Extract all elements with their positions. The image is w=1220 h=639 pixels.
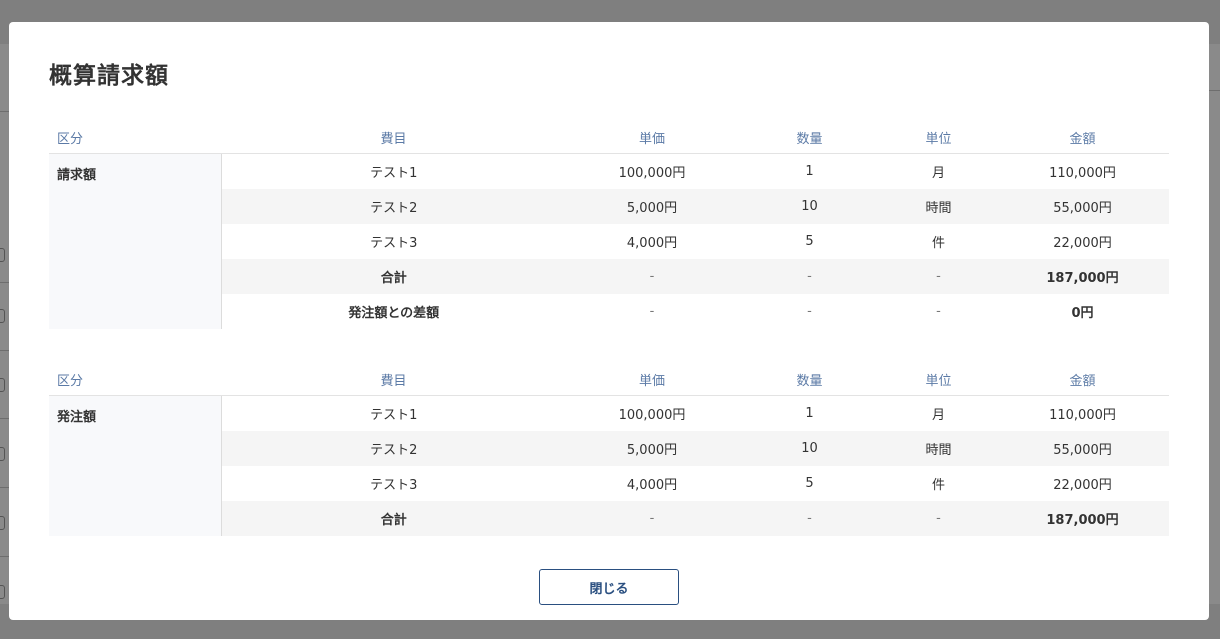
quantity-cell: 1 — [805, 406, 814, 421]
quantity-cell: 10 — [738, 189, 881, 224]
close-button[interactable]: 閉じる — [539, 569, 679, 605]
billing-table: 区分 費目 単価 数量 単位 金額 請求額 テスト1 100,000円 1 月 … — [49, 121, 1169, 329]
background-checkbox-icon — [0, 447, 5, 461]
unit-cell: 時間 — [881, 431, 996, 466]
header-unit: 単位 — [881, 121, 996, 154]
background-divider — [1209, 90, 1220, 91]
unit-cell: 件 — [931, 478, 945, 493]
quantity-cell: 5 — [805, 234, 814, 249]
table-row: 発注額 テスト1 100,000円 1 月 110,000円 — [49, 395, 1169, 536]
background-checkbox-icon — [0, 309, 5, 323]
order-table: 区分 費目 単価 数量 単位 金額 発注額 テスト1 100,000円 1 月 … — [49, 363, 1169, 536]
header-unit: 単位 — [881, 363, 996, 396]
quantity-cell: - — [738, 259, 881, 294]
unit-price-cell: 100,000円 — [618, 166, 686, 181]
total-amount: 187,000円 — [996, 501, 1169, 536]
table-header-row: 区分 費目 単価 数量 単位 金額 — [49, 121, 1169, 154]
header-unit-price: 単価 — [566, 121, 738, 154]
item-cell: テスト2 — [221, 431, 566, 466]
difference-amount: 0円 — [1071, 306, 1094, 321]
unit-cell: - — [936, 304, 941, 319]
amount-cell: 55,000円 — [996, 431, 1169, 466]
header-quantity: 数量 — [738, 363, 881, 396]
category-cell: 発注額 — [49, 395, 222, 536]
unit-cell: - — [881, 259, 996, 294]
unit-price-cell: - — [566, 501, 738, 536]
background-right-edge — [1209, 44, 1220, 604]
quantity-cell: - — [807, 304, 812, 319]
unit-price-cell: 5,000円 — [566, 431, 738, 466]
unit-price-cell: 4,000円 — [626, 236, 678, 251]
unit-price-cell: 5,000円 — [566, 189, 738, 224]
unit-price-cell: - — [649, 304, 655, 319]
item-cell: テスト2 — [221, 189, 566, 224]
table-header-row: 区分 費目 単価 数量 単位 金額 — [49, 363, 1169, 396]
background-checkbox-icon — [0, 378, 5, 392]
header-unit-price: 単価 — [566, 363, 738, 396]
amount-cell: 110,000円 — [1049, 166, 1116, 181]
total-amount: 187,000円 — [996, 259, 1169, 294]
item-cell: テスト3 — [370, 478, 418, 493]
quantity-cell: 1 — [805, 164, 814, 179]
difference-label: 発注額との差額 — [348, 306, 440, 321]
unit-price-cell: 4,000円 — [626, 478, 678, 493]
amount-cell: 22,000円 — [1053, 478, 1112, 493]
background-checkbox-icon — [0, 248, 5, 262]
background-checkbox-icon — [0, 516, 5, 530]
unit-cell: 件 — [931, 236, 945, 251]
unit-cell: 時間 — [881, 189, 996, 224]
quantity-cell: 10 — [738, 431, 881, 466]
amount-cell: 55,000円 — [996, 189, 1169, 224]
header-item: 費目 — [221, 121, 566, 154]
quantity-cell: - — [738, 501, 881, 536]
header-amount: 金額 — [996, 121, 1169, 154]
estimate-modal: 概算請求額 区分 費目 単価 数量 単位 金額 請求額 テスト1 100,000… — [9, 22, 1209, 620]
table-row: 請求額 テスト1 100,000円 1 月 110,000円 — [49, 153, 1169, 329]
unit-price-cell: 100,000円 — [618, 408, 686, 423]
background-checkbox-icon — [0, 585, 5, 599]
header-category: 区分 — [49, 121, 221, 154]
unit-price-cell: - — [566, 259, 738, 294]
amount-cell: 22,000円 — [1053, 236, 1112, 251]
header-amount: 金額 — [996, 363, 1169, 396]
item-cell: テスト3 — [370, 236, 418, 251]
modal-title: 概算請求額 — [49, 63, 169, 89]
header-category: 区分 — [49, 363, 221, 396]
header-item: 費目 — [221, 363, 566, 396]
amount-cell: 110,000円 — [1049, 408, 1116, 423]
total-label: 合計 — [221, 259, 566, 294]
unit-cell: - — [881, 501, 996, 536]
total-label: 合計 — [221, 501, 566, 536]
unit-cell: 月 — [931, 408, 945, 423]
quantity-cell: 5 — [805, 476, 814, 491]
unit-cell: 月 — [931, 166, 945, 181]
item-cell: テスト1 — [370, 166, 418, 181]
category-cell: 請求額 — [49, 153, 222, 329]
header-quantity: 数量 — [738, 121, 881, 154]
item-cell: テスト1 — [370, 408, 418, 423]
